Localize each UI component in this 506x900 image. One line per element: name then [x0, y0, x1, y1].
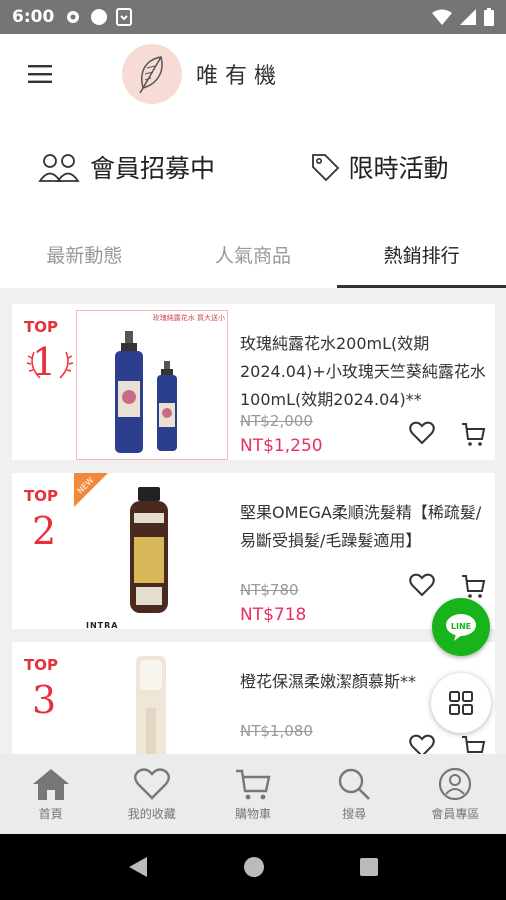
nav-cart-label: 購物車: [235, 806, 272, 821]
circle-icon: [91, 9, 108, 25]
nav-favorites-label: 我的收藏: [127, 806, 176, 821]
tag-icon: [312, 154, 340, 182]
thumb-caption: 玫瑰純露花水 買大送小: [152, 314, 225, 322]
cart-icon: [236, 769, 271, 799]
nav-cart[interactable]: 購物車: [202, 754, 303, 834]
download-icon: [116, 8, 133, 26]
tab-popular[interactable]: 人氣商品: [169, 220, 338, 288]
sale-price: NT$1,250: [240, 436, 323, 456]
product-name[interactable]: 堅果OMEGA柔順洗髮精【稀疏髮/易斷受損髮/毛躁髮適用】: [240, 499, 488, 555]
bottom-nav: 首頁 我的收藏 購物車 搜尋 會員專區: [0, 754, 506, 834]
brand-mark: INTRA: [86, 621, 119, 630]
rank-label: TOP: [24, 656, 58, 674]
nav-member[interactable]: 會員專區: [405, 754, 506, 834]
product-name[interactable]: 玫瑰純露花水200mL(效期2024.04)+小玫瑰天竺葵純露花水100mL(效…: [240, 330, 488, 414]
category-tabs: 最新動態 人氣商品 熱銷排行: [0, 220, 506, 288]
promo-bar: 會員招募中 限時活動: [0, 114, 506, 220]
battery-icon: [484, 8, 494, 26]
sale-price: NT$718: [240, 605, 307, 625]
system-nav-bar: [0, 834, 506, 900]
recents-icon[interactable]: [359, 857, 379, 877]
add-to-cart-icon[interactable]: [460, 734, 486, 754]
nav-favorites[interactable]: 我的收藏: [101, 754, 202, 834]
original-price: NT$1,080: [240, 722, 313, 740]
original-price: NT$780: [240, 581, 299, 599]
back-icon[interactable]: [127, 855, 149, 879]
product-image[interactable]: NEW INTRA: [74, 473, 228, 630]
limited-sale-label: 限時活動: [348, 154, 449, 183]
product-card[interactable]: TOP 2 NEW INTRA 堅果OMEGA柔順洗髮精【稀疏髮/易斷受損髮/毛…: [12, 473, 495, 630]
favorite-heart-icon[interactable]: [409, 734, 435, 754]
menu-button[interactable]: [0, 34, 80, 114]
grid-icon: [449, 691, 473, 715]
product-list: TOP 1 玫瑰純露花水 買大送小 玫瑰純露花水200mL(效期2024.04)…: [0, 288, 506, 754]
product-card[interactable]: TOP 1 玫瑰純露花水 買大送小 玫瑰純露花水200mL(效期2024.04)…: [12, 304, 495, 460]
add-to-cart-icon[interactable]: [460, 573, 486, 599]
laurel-icon: [26, 351, 74, 379]
nav-search[interactable]: 搜尋: [304, 754, 405, 834]
members-icon: [38, 154, 80, 182]
search-icon: [339, 768, 371, 800]
wifi-icon: [432, 9, 452, 25]
tab-bestseller[interactable]: 熱銷排行: [337, 220, 506, 288]
home-icon: [32, 768, 69, 800]
member-recruit-link[interactable]: 會員招募中: [0, 114, 253, 220]
rank-label: TOP: [24, 318, 58, 336]
signal-icon: [460, 9, 476, 25]
settings-icon: [67, 11, 80, 23]
favorite-heart-icon[interactable]: [409, 573, 435, 597]
favorite-heart-icon[interactable]: [409, 421, 435, 445]
product-card[interactable]: TOP 3 橙花保濕柔嫩潔顏慕斯** NT$1,080: [12, 642, 495, 754]
nav-search-label: 搜尋: [342, 806, 367, 821]
brand-name: 唯有機: [196, 64, 284, 89]
quick-menu-button[interactable]: [431, 673, 491, 733]
rank-badge: TOP 1: [24, 318, 76, 384]
line-label: LINE: [450, 622, 472, 631]
hamburger-icon: [28, 65, 52, 83]
line-chat-button[interactable]: LINE: [432, 598, 490, 656]
nav-home[interactable]: 首頁: [0, 754, 101, 834]
status-bar: 6:00: [0, 0, 506, 34]
tab-latest[interactable]: 最新動態: [0, 220, 169, 288]
rank-label: TOP: [24, 487, 58, 505]
brand-logo[interactable]: 唯有機: [122, 44, 283, 104]
leaf-logo-icon: [122, 44, 182, 104]
original-price: NT$2,000: [240, 412, 313, 430]
product-image[interactable]: 玫瑰純露花水 買大送小: [76, 310, 228, 460]
nav-member-label: 會員專區: [431, 806, 480, 821]
status-time: 6:00: [12, 7, 55, 27]
rank-badge: TOP 2: [24, 487, 76, 553]
rank-badge: TOP 3: [24, 656, 76, 722]
home-button-icon[interactable]: [243, 856, 265, 878]
app-header: 唯有機: [0, 34, 506, 114]
limited-sale-link[interactable]: 限時活動: [253, 114, 506, 220]
rank-number: 2: [32, 509, 57, 553]
product-image[interactable]: [76, 648, 228, 754]
heart-icon: [133, 767, 170, 800]
rank-number: 3: [32, 678, 57, 722]
user-icon: [439, 767, 472, 800]
add-to-cart-icon[interactable]: [460, 421, 486, 447]
nav-home-label: 首頁: [38, 806, 63, 821]
member-recruit-label: 會員招募中: [89, 154, 215, 183]
